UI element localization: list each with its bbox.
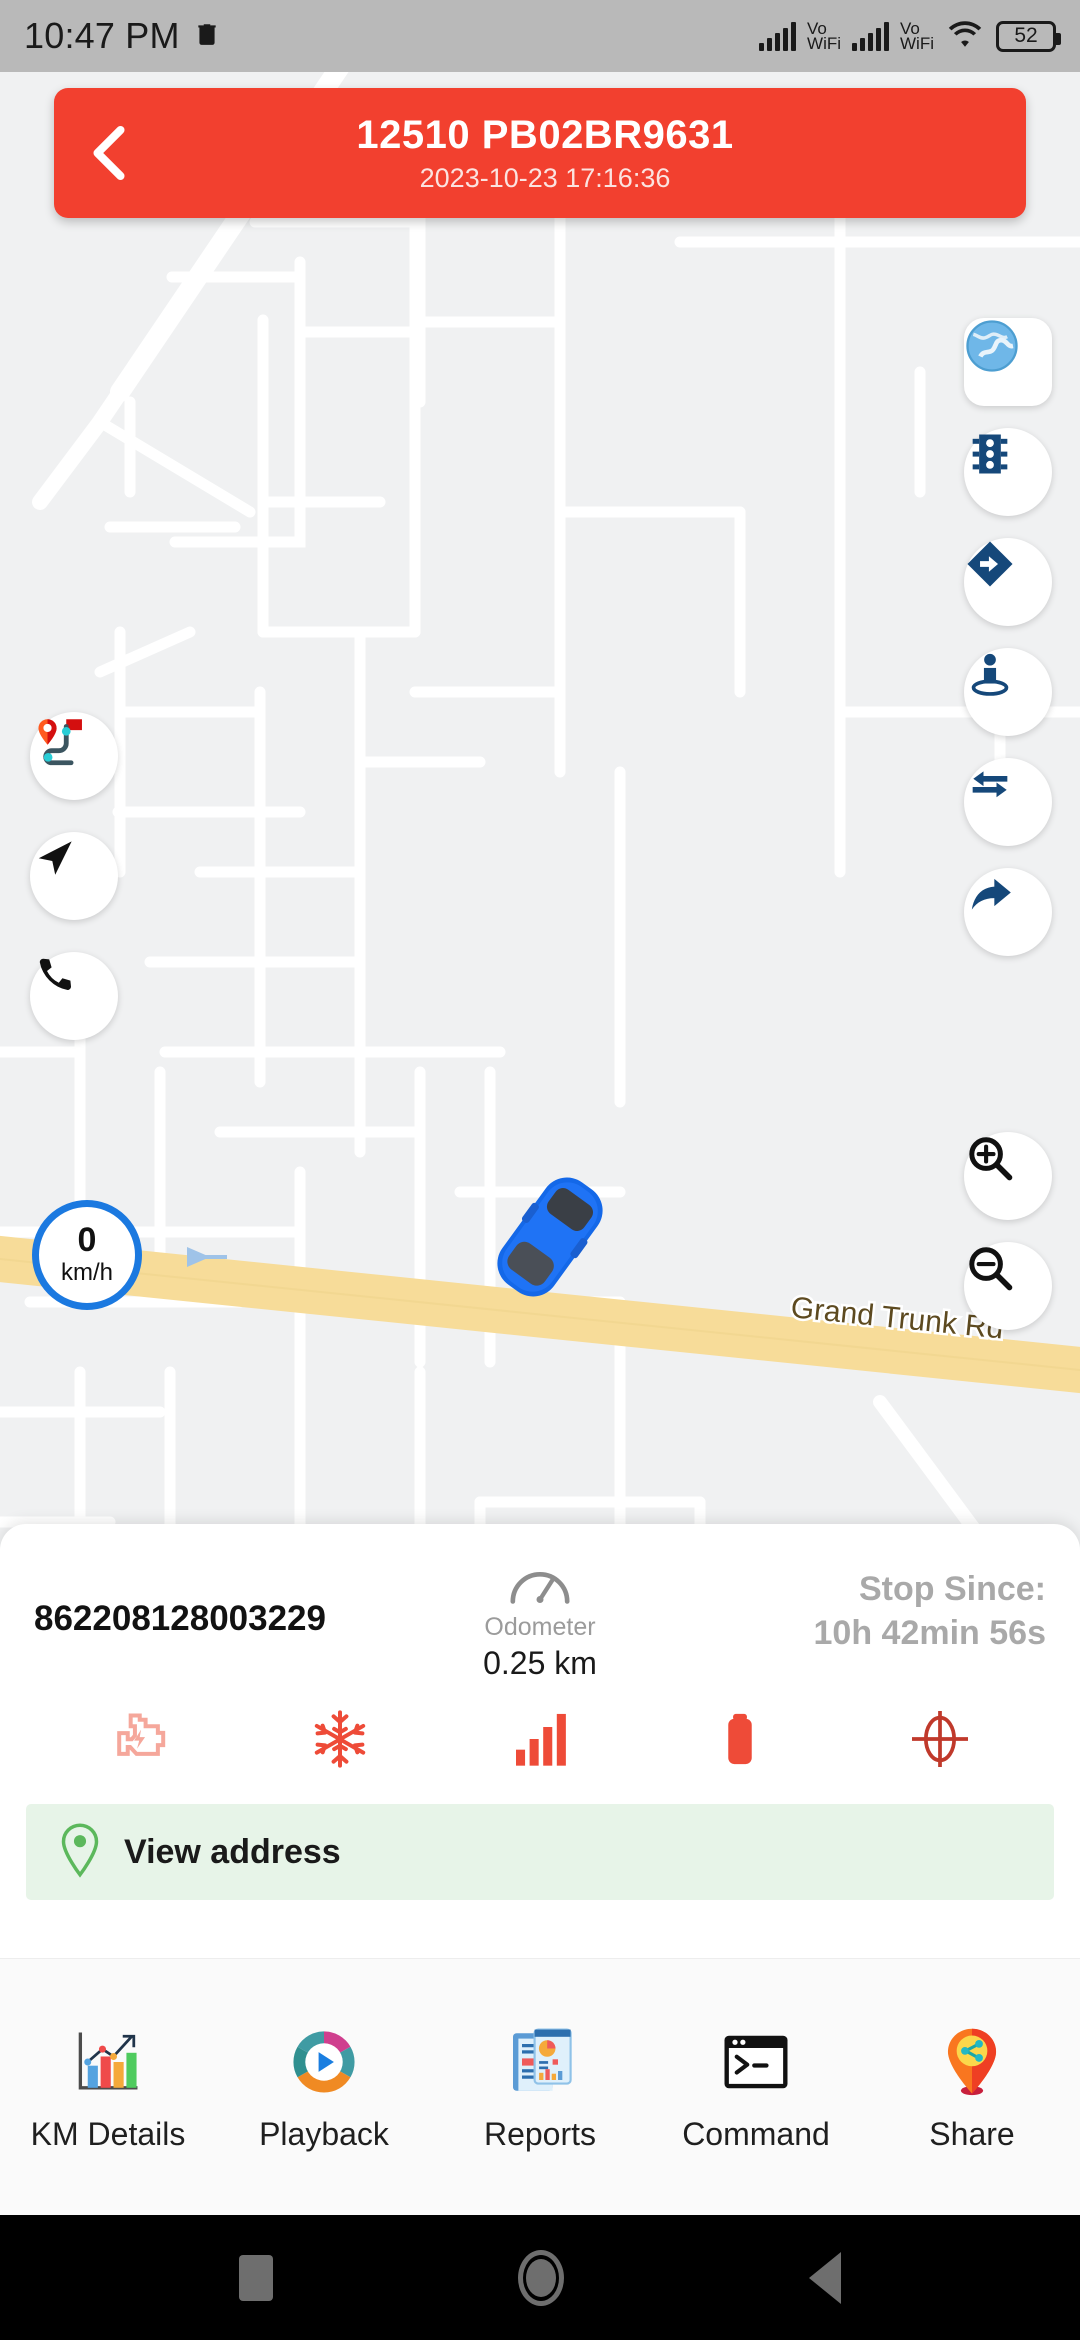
nav-share-label: Share [929,2115,1015,2152]
info-row: 862208128003229 Odometer 0.25 km Stop Si… [0,1554,1080,1684]
gps-crosshair-status-icon[interactable] [908,1707,972,1771]
ac-snowflake-status-icon[interactable] [308,1707,372,1771]
bottom-navigation: KM Details Playback Reports Command Shar… [0,1958,1080,2215]
nav-playback[interactable]: Playback [216,2022,432,2153]
call-button[interactable] [30,952,118,1040]
nav-reports[interactable]: Reports [432,2022,648,2153]
swap-button[interactable] [964,758,1052,846]
nav-command[interactable]: Command [648,2022,864,2153]
route-history-button[interactable] [30,712,118,800]
traffic-button[interactable] [964,428,1052,516]
zoom-out-button[interactable] [964,1242,1052,1330]
android-status-bar: 10:47 PM Vo WiFi Vo WiFi 52 [0,0,1080,72]
sim2-volte-icon: Vo WiFi [900,19,934,53]
android-navigation-bar [0,2215,1080,2340]
satellite-layer-button[interactable] [964,318,1052,406]
status-bar-left: 10:47 PM [24,15,220,57]
nav-reports-label: Reports [483,2115,597,2152]
location-pin-icon [58,1822,102,1883]
speedometer-icon [507,1571,573,1610]
odometer-block: Odometer 0.25 km [390,1554,690,1682]
sim1-volte-icon: Vo WiFi [807,19,842,53]
odometer-value: 0.25 km [483,1645,597,1681]
terminal-icon [721,2022,791,2102]
stop-since-block: Stop Since: 10h 42min 56s [690,1554,1046,1655]
nav-playback-label: Playback [259,2115,389,2152]
speed-unit: km/h [60,1259,113,1286]
battery-indicator: 52 [996,20,1061,52]
engine-status-icon[interactable] [108,1707,172,1771]
vehicle-datetime: 2023-10-23 17:16:36 [419,162,671,193]
speed-indicator: 0 km/h [32,1200,142,1310]
imei-value: 862208128003229 [34,1599,326,1638]
play-donut-icon [288,2022,360,2102]
vehicle-header-bar: 12510 PB02BR9631 2023-10-23 17:16:36 [54,88,1026,218]
vehicle-marker-car[interactable] [470,1162,630,1312]
navigate-button[interactable] [30,832,118,920]
view-address-bar[interactable]: View address [26,1804,1054,1900]
stop-since-value: 10h 42min 56s [813,1613,1046,1652]
battery-status-icon[interactable] [708,1707,772,1771]
status-bar-right: Vo WiFi Vo WiFi 52 [759,19,1061,54]
trash-icon [194,19,220,54]
phone-screen: 10:47 PM Vo WiFi Vo WiFi 52 Grand Trunk … [0,0,1080,2340]
status-icon-row [0,1684,1080,1794]
street-view-button[interactable] [964,648,1052,736]
back-triangle-icon[interactable] [809,2251,841,2304]
home-circle-icon[interactable] [518,2249,564,2306]
zoom-in-button[interactable] [964,1132,1052,1220]
back-button[interactable] [54,88,164,218]
nav-command-label: Command [682,2115,830,2152]
nav-share[interactable]: Share [864,2022,1080,2153]
vehicle-title: 12510 PB02BR9631 [356,112,734,157]
wifi-icon [945,19,985,54]
odometer-label: Odometer [484,1613,596,1641]
header-text-block: 12510 PB02BR9631 2023-10-23 17:16:36 [164,113,1026,194]
signal-status-icon[interactable] [508,1707,572,1771]
share-route-button[interactable] [964,868,1052,956]
directions-button[interactable] [964,538,1052,626]
bar-chart-icon [71,2022,145,2102]
recents-square-icon[interactable] [239,2254,273,2301]
nav-km-details[interactable]: KM Details [0,2022,216,2153]
back-chevron-icon [86,123,132,183]
vehicle-info-panel: 862208128003229 Odometer 0.25 km Stop Si… [0,1524,1080,1958]
view-address-label: View address [124,1832,341,1871]
share-pin-icon [940,2022,1004,2102]
stop-since-label: Stop Since: [858,1570,1046,1608]
report-document-icon [505,2022,575,2102]
nav-km-details-label: KM Details [30,2115,186,2152]
status-bar-clock: 10:47 PM [24,15,180,56]
speed-value: 0 [77,1221,97,1259]
sim1-signal-icon [759,21,797,51]
sim2-signal-icon [852,21,890,51]
